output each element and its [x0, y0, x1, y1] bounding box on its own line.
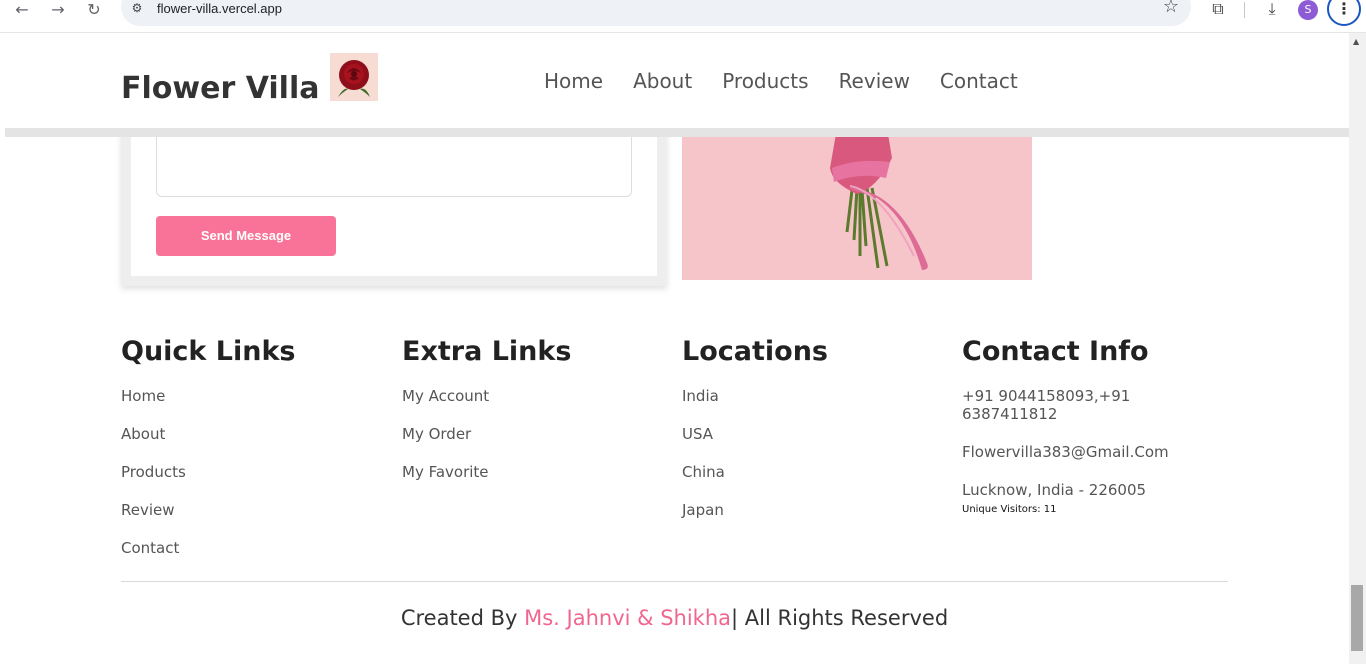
credit-prefix: Created By [400, 606, 525, 630]
footer-link-home[interactable]: Home [121, 387, 296, 405]
bookmark-star-icon[interactable]: ☆ [1163, 0, 1179, 16]
send-message-button[interactable]: Send Message [156, 216, 336, 256]
brand-logo-text[interactable]: Flower Villa [121, 71, 319, 106]
contact-phone: +91 9044158093,+91 6387411812 [962, 387, 1131, 423]
bouquet-image [682, 128, 1032, 280]
footer-link-my-favorite[interactable]: My Favorite [402, 463, 571, 481]
browser-menu-icon[interactable]: ⋮ [1327, 0, 1361, 26]
extensions-icon[interactable]: ⧉ [1208, 0, 1228, 20]
back-icon[interactable]: ← [10, 0, 34, 22]
browser-toolbar: ← → ↻ ⚙ flower-villa.vercel.app ☆ ⧉ ⤓ S … [0, 0, 1366, 33]
footer-link-review[interactable]: Review [121, 501, 296, 519]
credit-authors: Ms. Jahnvi & Shikha [524, 606, 732, 630]
profile-avatar[interactable]: S [1298, 0, 1318, 20]
footer-contact-info: Contact Info +91 9044158093,+91 63874118… [962, 336, 1192, 515]
rose-logo-icon [330, 53, 378, 101]
page-scrollbar[interactable]: ▲ [1349, 33, 1366, 664]
site-header: Flower Villa Home About Products Review … [5, 33, 1349, 128]
reload-icon[interactable]: ↻ [82, 0, 106, 22]
footer-link-products[interactable]: Products [121, 463, 296, 481]
main-nav: Home About Products Review Contact [544, 69, 1048, 93]
scroll-up-arrow-icon[interactable]: ▲ [1353, 37, 1359, 46]
footer-location-usa[interactable]: USA [682, 425, 828, 443]
forward-icon[interactable]: → [46, 0, 70, 22]
footer-location-india[interactable]: India [682, 387, 828, 405]
contact-info-heading: Contact Info [962, 336, 1149, 367]
footer-link-my-order[interactable]: My Order [402, 425, 571, 443]
nav-contact[interactable]: Contact [940, 69, 1018, 93]
footer-locations: Locations India USA China Japan [682, 336, 828, 539]
nav-home[interactable]: Home [544, 69, 603, 93]
footer-link-about[interactable]: About [121, 425, 296, 443]
footer-link-my-account[interactable]: My Account [402, 387, 571, 405]
quick-links-heading: Quick Links [121, 336, 296, 367]
site-settings-icon[interactable]: ⚙ [129, 0, 145, 16]
footer-divider [121, 581, 1228, 582]
nav-review[interactable]: Review [839, 69, 910, 93]
footer-location-china[interactable]: China [682, 463, 828, 481]
locations-heading: Locations [682, 336, 828, 367]
toolbar-divider [1244, 2, 1245, 18]
footer-extra-links: Extra Links My Account My Order My Favor… [402, 336, 571, 501]
download-icon[interactable]: ⤓ [1261, 0, 1283, 20]
address-bar[interactable]: ⚙ flower-villa.vercel.app ☆ [121, 0, 1191, 26]
credit-suffix: | All Rights Reserved [731, 606, 949, 630]
header-shadow [5, 128, 1349, 137]
contact-form-card: Send Message [121, 128, 667, 286]
footer-credit: Created By Ms. Jahnvi & Shikha| All Righ… [0, 606, 1349, 630]
contact-address: Lucknow, India - 226005 [962, 481, 1147, 499]
url-text[interactable]: flower-villa.vercel.app [157, 1, 282, 16]
scrollbar-thumb[interactable] [1351, 585, 1363, 651]
extra-links-heading: Extra Links [402, 336, 572, 367]
contact-email: Flowervilla383@Gmail.Com [962, 443, 1169, 461]
footer-location-japan[interactable]: Japan [682, 501, 828, 519]
message-textarea[interactable] [156, 128, 632, 197]
nav-products[interactable]: Products [722, 69, 808, 93]
unique-visitors-count: Unique Visitors: 11 [962, 504, 1057, 515]
nav-about[interactable]: About [633, 69, 692, 93]
footer-link-contact[interactable]: Contact [121, 539, 296, 557]
footer-quick-links: Quick Links Home About Products Review C… [121, 336, 296, 577]
